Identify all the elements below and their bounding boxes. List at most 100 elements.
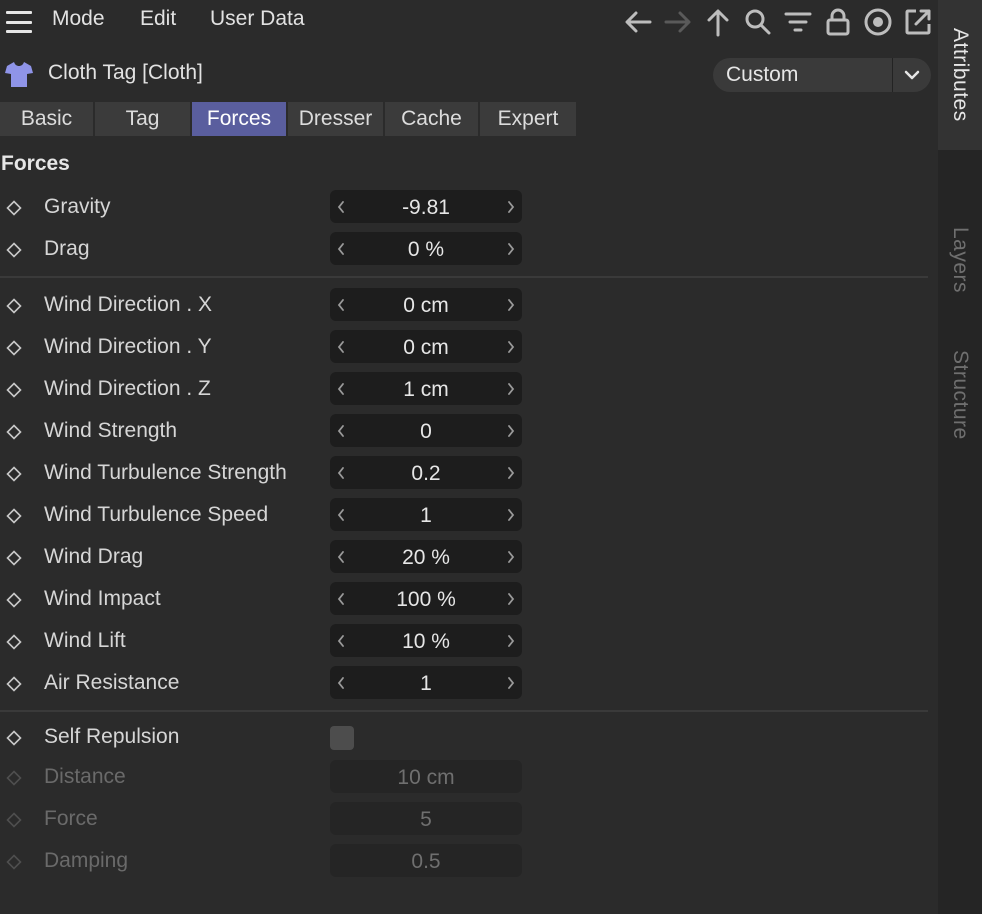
chevron-right-icon[interactable]: [500, 190, 522, 223]
chevron-left-icon[interactable]: [330, 414, 352, 447]
chevron-right-icon[interactable]: [500, 540, 522, 573]
tab-dresser[interactable]: Dresser: [288, 102, 383, 136]
number-field[interactable]: 1: [330, 498, 522, 531]
side-tab-label: Attributes: [949, 28, 972, 122]
chevron-right-icon[interactable]: [500, 624, 522, 657]
lock-icon[interactable]: [822, 6, 854, 38]
chevron-right-icon[interactable]: [500, 372, 522, 405]
tab-cache[interactable]: Cache: [385, 102, 478, 136]
param-value[interactable]: -9.81: [352, 196, 500, 220]
section-divider: [0, 276, 928, 278]
keyframe-diamond-icon: [6, 770, 22, 786]
param-value[interactable]: 0 cm: [352, 336, 500, 360]
number-field[interactable]: 0.2: [330, 456, 522, 489]
param-value[interactable]: 10 %: [352, 630, 500, 654]
chevron-left-icon[interactable]: [330, 498, 352, 531]
param-value[interactable]: 1 cm: [352, 378, 500, 402]
number-field[interactable]: 20 %: [330, 540, 522, 573]
chevron-left-icon[interactable]: [330, 372, 352, 405]
tab-forces[interactable]: Forces: [192, 102, 286, 136]
number-field[interactable]: 1 cm: [330, 372, 522, 405]
up-arrow-icon[interactable]: [702, 6, 734, 38]
param-label: Wind Direction . Z: [44, 377, 211, 400]
chevron-left-icon[interactable]: [330, 666, 352, 699]
param-value[interactable]: 0 %: [352, 238, 500, 262]
number-field[interactable]: -9.81: [330, 190, 522, 223]
keyframe-diamond-icon[interactable]: [6, 298, 22, 314]
chevron-right-icon[interactable]: [500, 414, 522, 447]
number-field[interactable]: 100 %: [330, 582, 522, 615]
keyframe-diamond-icon[interactable]: [6, 466, 22, 482]
forward-arrow-icon[interactable]: [662, 6, 694, 38]
chevron-left-icon[interactable]: [330, 540, 352, 573]
search-icon[interactable]: [742, 6, 774, 38]
side-tab-structure[interactable]: Structure: [938, 330, 982, 460]
keyframe-diamond-icon[interactable]: [6, 592, 22, 608]
target-icon[interactable]: [862, 6, 894, 38]
chevron-right-icon[interactable]: [500, 330, 522, 363]
number-field[interactable]: 0 %: [330, 232, 522, 265]
keyframe-diamond-icon[interactable]: [6, 200, 22, 216]
chevron-left-icon[interactable]: [330, 190, 352, 223]
side-tab-bar: Attributes Layers Structure: [938, 0, 982, 914]
back-arrow-icon[interactable]: [622, 6, 654, 38]
param-row-gravity: Gravity -9.81: [0, 187, 938, 229]
preset-dropdown[interactable]: Custom: [713, 58, 931, 92]
side-tab-label: Structure: [949, 350, 972, 440]
chevron-left-icon[interactable]: [330, 456, 352, 489]
menu-edit[interactable]: Edit: [140, 7, 176, 31]
chevron-right-icon[interactable]: [500, 666, 522, 699]
chevron-right-icon[interactable]: [500, 232, 522, 265]
number-field[interactable]: 10 %: [330, 624, 522, 657]
param-row-wind-impact: Wind Impact 100 %: [0, 579, 938, 621]
param-value[interactable]: 1: [352, 672, 500, 696]
number-field[interactable]: 0 cm: [330, 330, 522, 363]
menu-mode[interactable]: Mode: [52, 7, 105, 31]
keyframe-diamond-icon[interactable]: [6, 634, 22, 650]
param-row-wind-turbulence-strength: Wind Turbulence Strength 0.2: [0, 453, 938, 495]
side-tab-layers[interactable]: Layers: [938, 205, 982, 315]
keyframe-diamond-icon[interactable]: [6, 340, 22, 356]
param-label: Wind Turbulence Strength: [44, 461, 287, 484]
chevron-left-icon[interactable]: [330, 232, 352, 265]
keyframe-diamond-icon[interactable]: [6, 676, 22, 692]
side-tab-attributes[interactable]: Attributes: [938, 0, 982, 150]
param-value[interactable]: 0 cm: [352, 294, 500, 318]
tab-expert[interactable]: Expert: [480, 102, 576, 136]
keyframe-diamond-icon[interactable]: [6, 550, 22, 566]
param-value[interactable]: 0.2: [352, 462, 500, 486]
keyframe-diamond-icon[interactable]: [6, 508, 22, 524]
self-repulsion-checkbox[interactable]: [330, 726, 354, 750]
chevron-left-icon[interactable]: [330, 624, 352, 657]
tab-basic[interactable]: Basic: [0, 102, 93, 136]
param-value[interactable]: 100 %: [352, 588, 500, 612]
chevron-right-icon[interactable]: [500, 456, 522, 489]
param-label: Distance: [44, 765, 126, 788]
chevron-right-icon[interactable]: [500, 582, 522, 615]
keyframe-diamond-icon[interactable]: [6, 730, 22, 746]
param-value[interactable]: 20 %: [352, 546, 500, 570]
attribute-manager: Mode Edit User Data Cloth Tag [Cloth] Cu…: [0, 0, 938, 914]
chevron-left-icon[interactable]: [330, 288, 352, 321]
keyframe-diamond-icon[interactable]: [6, 424, 22, 440]
param-value[interactable]: 0: [352, 420, 500, 444]
keyframe-diamond-icon[interactable]: [6, 382, 22, 398]
param-value[interactable]: 1: [352, 504, 500, 528]
keyframe-diamond-icon[interactable]: [6, 242, 22, 258]
tab-tag[interactable]: Tag: [95, 102, 190, 136]
filter-icon[interactable]: [782, 6, 814, 38]
chevron-left-icon[interactable]: [330, 330, 352, 363]
section-title: Forces: [1, 152, 70, 175]
number-field[interactable]: 1: [330, 666, 522, 699]
hamburger-menu-icon[interactable]: [6, 11, 32, 33]
object-title: Cloth Tag [Cloth]: [48, 61, 203, 84]
menu-user-data[interactable]: User Data: [210, 7, 305, 31]
chevron-down-icon[interactable]: [893, 58, 931, 92]
param-label: Self Repulsion: [44, 725, 180, 748]
chevron-left-icon[interactable]: [330, 582, 352, 615]
chevron-right-icon[interactable]: [500, 288, 522, 321]
number-field[interactable]: 0 cm: [330, 288, 522, 321]
number-field[interactable]: 0: [330, 414, 522, 447]
chevron-right-icon[interactable]: [500, 498, 522, 531]
external-window-icon[interactable]: [902, 6, 934, 38]
